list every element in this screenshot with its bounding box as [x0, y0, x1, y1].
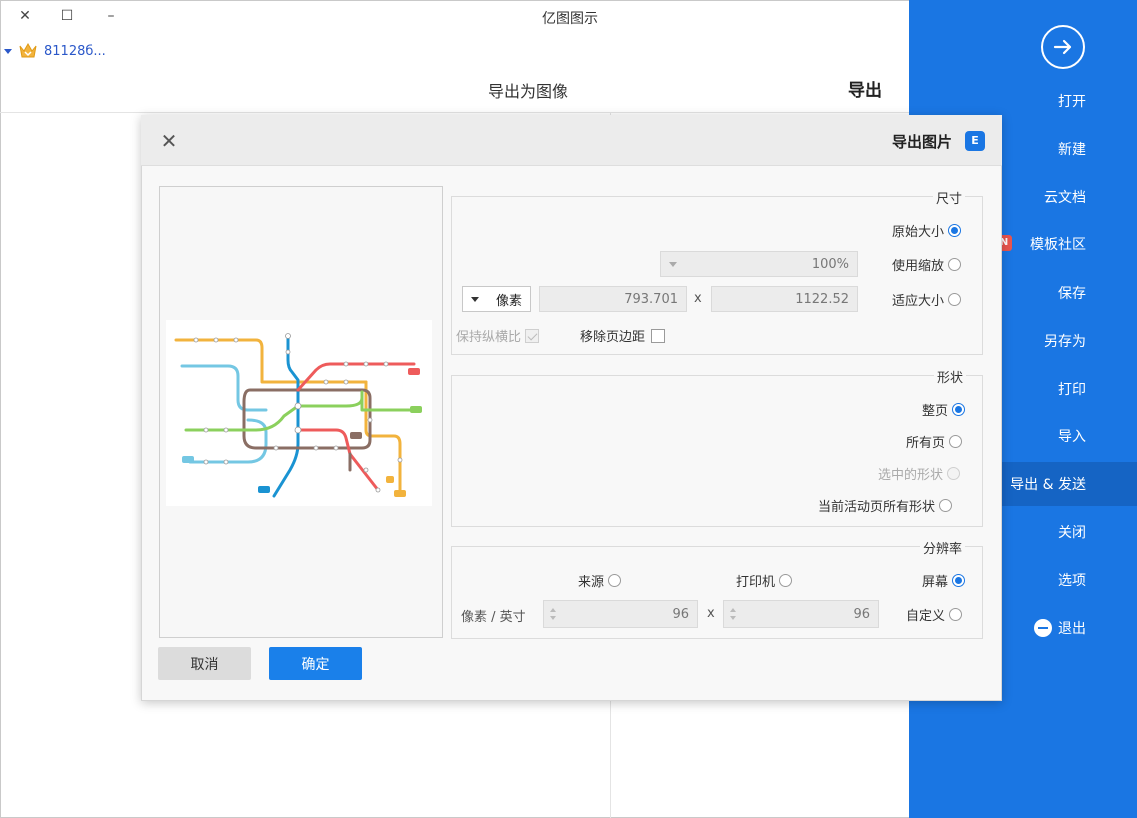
size-group-title: 尺寸	[933, 188, 966, 207]
dimension-separator: x	[694, 291, 702, 306]
diagram-preview-image	[166, 320, 432, 506]
window-title: 亿图图示	[542, 11, 598, 27]
radio-all-pages[interactable]: 所有页	[906, 432, 963, 451]
shape-group-title: 形状	[934, 367, 967, 386]
checkbox-keep-ratio[interactable]: 保持纵横比	[456, 326, 540, 345]
radio-use-zoom[interactable]: 使用缩放	[892, 255, 962, 274]
section-title: 导出	[848, 81, 882, 101]
radio-button	[948, 224, 962, 237]
radio-printer[interactable]: 打印机	[736, 571, 793, 590]
maximize-icon: ☐	[60, 8, 74, 24]
back-button[interactable]	[1041, 25, 1085, 69]
radio-custom[interactable]: 自定义	[906, 605, 963, 624]
ok-button[interactable]: 确定	[269, 647, 362, 680]
chevron-down-icon	[471, 296, 479, 302]
radio-button	[949, 608, 963, 621]
cancel-button[interactable]: 取消	[158, 647, 251, 680]
checkbox	[651, 328, 666, 343]
sidebar-item-exit[interactable]: 退出	[990, 615, 1086, 641]
dpi-x-input[interactable]: 96	[723, 600, 879, 628]
radio-full-page[interactable]: 整页	[922, 400, 966, 419]
width-input[interactable]: 1122.52	[711, 286, 858, 312]
sidebar-item-open[interactable]: 打开	[990, 88, 1086, 114]
radio-button	[952, 574, 966, 587]
radio-button	[608, 574, 622, 587]
radio-fit-size[interactable]: 适应大小	[892, 290, 962, 309]
radio-screen[interactable]: 屏幕	[922, 571, 966, 590]
radio-button	[948, 293, 962, 306]
sidebar-item-save[interactable]: 保存	[990, 280, 1086, 306]
radio-selected-shapes[interactable]: 选中的形状	[878, 464, 961, 483]
sidebar-item-close[interactable]: 关闭	[990, 519, 1086, 545]
checkbox	[525, 328, 540, 343]
sidebar-item-options[interactable]: 选项	[990, 567, 1086, 593]
chevron-down-icon	[4, 48, 12, 54]
close-icon: ✕	[19, 8, 31, 24]
metro-map-thumbnail	[174, 333, 422, 498]
sidebar-item-save-as[interactable]: 另存为	[990, 328, 1086, 354]
maximize-window-button[interactable]: ☐	[52, 4, 82, 28]
radio-button	[948, 258, 962, 271]
sidebar-item-print[interactable]: 打印	[990, 376, 1086, 402]
exit-icon	[1034, 619, 1052, 637]
radio-current-page-all-shapes[interactable]: 当前活动页所有形状	[818, 496, 953, 515]
close-window-button[interactable]: ✕	[10, 4, 40, 28]
divider	[0, 112, 909, 113]
section-subtitle: 导出为图像	[488, 82, 569, 101]
sidebar-item-export-send[interactable]: 导出 & 发送	[990, 471, 1086, 497]
username: 81128б...	[44, 43, 106, 59]
dialog-title: 导出图片	[892, 133, 953, 151]
sidebar-item-cloud-docs[interactable]: 云文档	[990, 184, 1086, 210]
vip-crown-icon	[19, 42, 37, 58]
user-account-menu[interactable]: 81128б...	[4, 40, 106, 62]
stepper-icon[interactable]	[546, 601, 560, 627]
resolution-group	[451, 546, 983, 639]
radio-original-size[interactable]: 原始大小	[892, 221, 962, 240]
dpi-y-input[interactable]: 96	[543, 600, 698, 628]
height-input[interactable]: 793.701	[539, 286, 687, 312]
unit-select[interactable]: 像素	[462, 286, 531, 312]
stepper-icon[interactable]	[726, 601, 740, 627]
close-icon: ✕	[160, 129, 178, 153]
dimension-separator: x	[707, 606, 715, 621]
radio-button	[779, 574, 793, 587]
arrow-right-icon	[1053, 39, 1072, 55]
minimize-icon: –	[107, 8, 115, 24]
sidebar-item-new[interactable]: 新建	[990, 136, 1086, 162]
dpi-unit-label: 像素 / 英寸	[461, 610, 526, 625]
resolution-group-title: 分辨率	[920, 538, 966, 557]
dialog-close-button[interactable]: ✕	[158, 130, 180, 152]
checkbox-remove-margin[interactable]: 移除页边距	[580, 326, 666, 345]
radio-button	[952, 403, 966, 416]
radio-button	[949, 435, 963, 448]
radio-button	[939, 499, 953, 512]
zoom-select[interactable]: 100%	[660, 251, 858, 277]
dialog-header	[141, 115, 1002, 166]
radio-source[interactable]: 来源	[578, 571, 622, 590]
app-logo-icon: E	[965, 131, 985, 151]
minimize-window-button[interactable]: –	[96, 4, 126, 28]
chevron-down-icon	[669, 261, 677, 267]
radio-button	[947, 467, 961, 480]
sidebar-item-import[interactable]: 导入	[990, 423, 1086, 449]
